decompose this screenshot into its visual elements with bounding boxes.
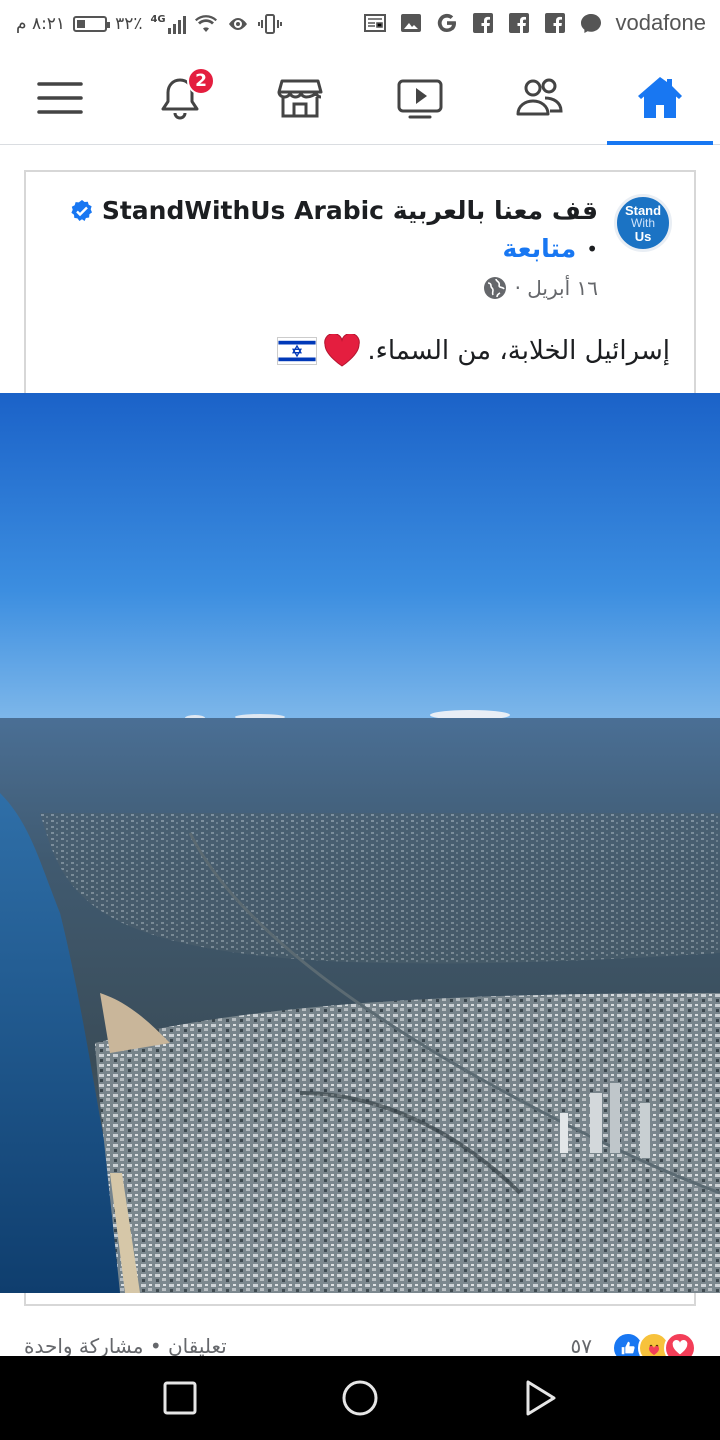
home-circle-icon bbox=[342, 1380, 378, 1416]
battery-icon bbox=[73, 16, 111, 32]
israel-flag-icon bbox=[277, 337, 318, 365]
reaction-icons[interactable] bbox=[612, 1332, 696, 1358]
network-type: 4G bbox=[150, 13, 166, 25]
social-counts[interactable]: تعليقان • مشاركة واحدة bbox=[24, 1334, 227, 1358]
reaction-count[interactable]: ٥٧ bbox=[571, 1334, 592, 1358]
eye-icon bbox=[228, 18, 247, 30]
vibrate-icon bbox=[257, 14, 282, 34]
battery-level: ٣٢٪ bbox=[115, 14, 143, 34]
status-bar: ٨:٢١ م ٣٢٪ 4G vodafone bbox=[0, 0, 720, 50]
top-navigation: 2 bbox=[0, 50, 720, 145]
globe-icon bbox=[483, 277, 506, 299]
facebook-icon bbox=[545, 13, 566, 33]
post-date[interactable]: ١٦ أبريل · bbox=[515, 276, 598, 300]
news-icon bbox=[364, 14, 387, 32]
reactions-row: تعليقان • مشاركة واحدة ٥٧ bbox=[0, 1328, 720, 1358]
home-icon bbox=[638, 76, 682, 118]
status-left: ٨:٢١ م ٣٢٪ 4G bbox=[16, 12, 282, 36]
clock: ٨:٢١ م bbox=[16, 14, 66, 34]
verified-badge-icon bbox=[71, 199, 92, 221]
follow-button[interactable]: متابعة bbox=[502, 234, 576, 263]
aerial-city-photo bbox=[0, 393, 720, 1293]
page-name-row: قف معنا بالعربية StandWithUs Arabic bbox=[70, 196, 598, 225]
page-avatar[interactable]: Stand With Us bbox=[614, 194, 672, 252]
carrier-name: vodafone bbox=[615, 10, 706, 35]
heart-icon bbox=[324, 334, 361, 367]
recents-icon bbox=[163, 1381, 197, 1415]
signal-icon bbox=[167, 14, 186, 34]
facebook-icon bbox=[473, 13, 494, 33]
store-icon bbox=[277, 79, 323, 117]
facebook-icon bbox=[509, 13, 530, 33]
nav-notifications[interactable]: 2 bbox=[125, 50, 235, 145]
nav-home[interactable] bbox=[605, 50, 715, 145]
post-photo[interactable] bbox=[0, 393, 720, 1293]
back-button[interactable] bbox=[480, 1356, 600, 1440]
follow-row: • متابعة bbox=[502, 234, 598, 263]
notification-badge: 2 bbox=[187, 67, 215, 95]
nav-watch[interactable] bbox=[365, 50, 475, 145]
nav-marketplace[interactable] bbox=[245, 50, 355, 145]
video-icon bbox=[397, 79, 443, 118]
gallery-icon bbox=[401, 14, 422, 32]
people-icon bbox=[516, 78, 563, 115]
separator-dot: • bbox=[586, 236, 598, 261]
nav-groups[interactable] bbox=[485, 50, 595, 145]
card-bottom-edge bbox=[24, 1293, 696, 1306]
google-icon bbox=[438, 13, 457, 33]
post-message: إسرائيل الخلابة، من السماء. bbox=[367, 336, 670, 366]
nav-menu[interactable] bbox=[5, 50, 115, 145]
home-system-button[interactable] bbox=[300, 1356, 420, 1440]
recents-button[interactable] bbox=[120, 1356, 240, 1440]
messenger-icon bbox=[581, 14, 602, 33]
status-right: vodafone bbox=[363, 10, 706, 36]
post-meta: ١٦ أبريل · bbox=[483, 276, 598, 300]
wifi-icon bbox=[194, 15, 217, 32]
post-header: Stand With Us قف معنا بالعربية StandWith… bbox=[26, 172, 694, 390]
hamburger-icon bbox=[37, 81, 83, 114]
post-text: إسرائيل الخلابة، من السماء. bbox=[277, 334, 670, 368]
system-navigation-bar bbox=[0, 1356, 720, 1440]
back-icon bbox=[526, 1380, 556, 1416]
love-icon bbox=[664, 1332, 696, 1358]
page-name[interactable]: قف معنا بالعربية StandWithUs Arabic bbox=[102, 196, 598, 225]
